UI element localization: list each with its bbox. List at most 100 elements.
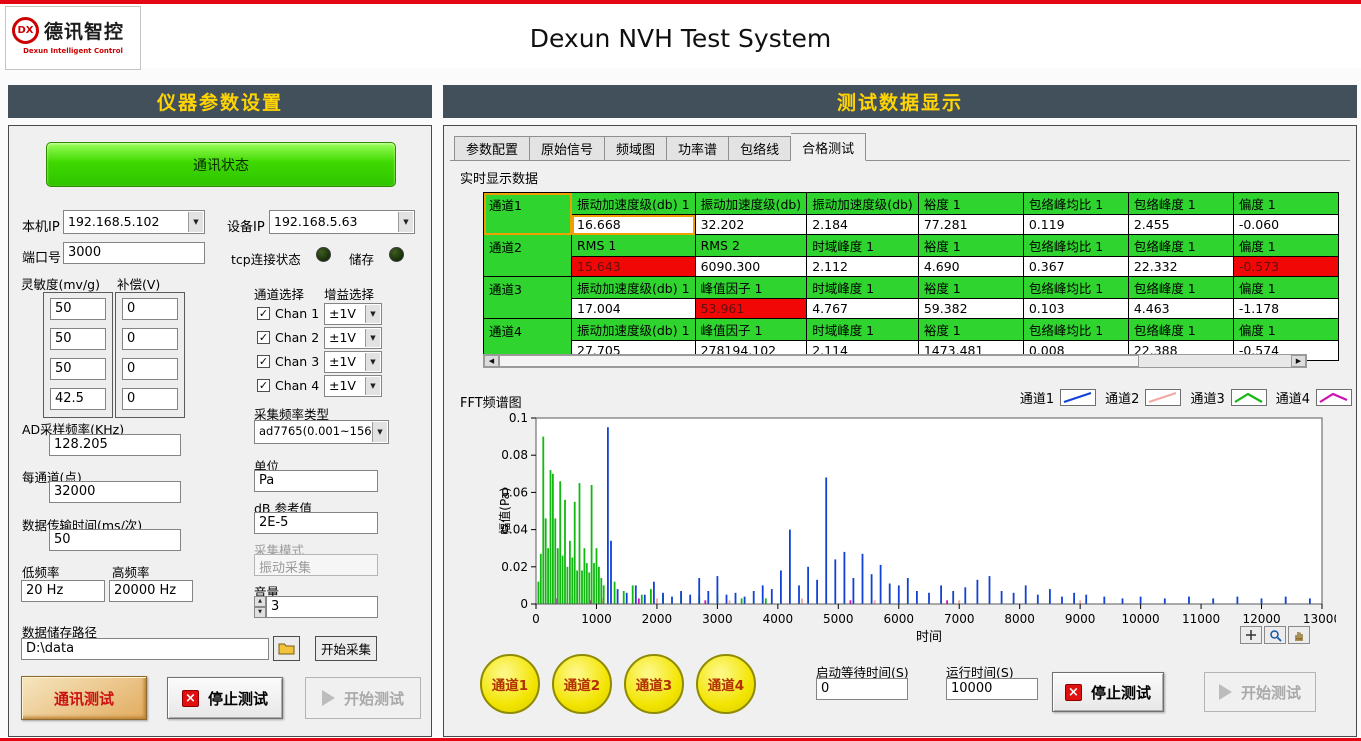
freq-type-select[interactable]: ad7765(0.001~156 ▼ <box>254 420 389 444</box>
value-cell[interactable]: 4.463 <box>1128 299 1233 319</box>
value-cell[interactable]: 0.367 <box>1023 257 1128 277</box>
comm-test-button[interactable]: 通讯测试 <box>21 676 147 720</box>
transfer-time-input[interactable]: 50 <box>49 529 181 551</box>
chevron-down-icon[interactable]: ▼ <box>188 212 203 232</box>
value-cell[interactable]: 6090.300 <box>695 257 807 277</box>
header-cell[interactable]: 振动加速度级(db) <box>695 193 807 215</box>
header-cell[interactable]: 裕度 1 <box>918 319 1023 341</box>
header-cell[interactable]: 裕度 1 <box>918 277 1023 299</box>
tab-freq-domain[interactable]: 频域图 <box>605 136 667 161</box>
legend-item-ch2[interactable]: 通道2 <box>1105 388 1181 407</box>
value-cell[interactable]: 4.690 <box>918 257 1023 277</box>
sensitivity-input-2[interactable]: 50 <box>50 328 106 350</box>
header-cell[interactable]: RMS 1 <box>572 235 696 257</box>
value-cell[interactable]: 4.767 <box>807 299 919 319</box>
header-cell[interactable]: 偏度 1 <box>1233 235 1338 257</box>
value-cell[interactable]: -1.178 <box>1233 299 1338 319</box>
header-cell[interactable]: 时域峰度 1 <box>807 319 919 341</box>
chan3-gain-select[interactable]: ±1V ▼ <box>324 351 382 373</box>
value-cell[interactable]: 53.961 <box>695 299 807 319</box>
start-collect-button[interactable]: 开始采集 <box>315 636 377 661</box>
header-cell[interactable]: 包络峰均比 1 <box>1023 235 1128 257</box>
tab-power-spectrum[interactable]: 功率谱 <box>667 136 729 161</box>
value-cell[interactable]: -0.573 <box>1233 257 1338 277</box>
compensation-input-4[interactable]: 0 <box>122 388 178 410</box>
value-cell[interactable]: 16.668 <box>572 215 696 235</box>
value-cell[interactable]: 77.281 <box>918 215 1023 235</box>
volume-input[interactable]: 3 <box>266 596 378 618</box>
header-cell[interactable]: 包络峰度 1 <box>1128 193 1233 215</box>
start-test-button-right[interactable]: 开始测试 <box>1204 672 1316 712</box>
scrollbar-thumb[interactable] <box>499 355 1139 367</box>
header-cell[interactable]: 振动加速度级(db) 1 <box>572 319 696 341</box>
channel4-button[interactable]: 通道4 <box>696 654 756 714</box>
browse-folder-button[interactable] <box>273 636 300 661</box>
pan-hand-icon[interactable] <box>1288 626 1310 644</box>
port-input[interactable]: 3000 <box>63 242 205 264</box>
chan1-checkbox[interactable]: ✓ <box>257 307 270 320</box>
tab-pass-test[interactable]: 合格测试 <box>791 133 866 161</box>
chevron-down-icon[interactable]: ▼ <box>372 422 387 442</box>
ad-freq-input[interactable]: 128.205 <box>49 434 181 456</box>
header-cell[interactable]: 裕度 1 <box>918 235 1023 257</box>
header-cell[interactable]: 振动加速度级(db) 1 <box>572 193 696 215</box>
high-freq-input[interactable]: 20000 Hz <box>109 580 193 602</box>
stop-test-button-right[interactable]: × 停止测试 <box>1052 672 1164 712</box>
volume-stepper[interactable]: ▲ ▼ <box>254 596 266 618</box>
run-time-input[interactable]: 10000 <box>946 678 1038 700</box>
crosshair-icon[interactable] <box>1240 626 1262 644</box>
channel1-button[interactable]: 通道1 <box>480 654 540 714</box>
sensitivity-input-3[interactable]: 50 <box>50 358 106 380</box>
legend-item-ch1[interactable]: 通道1 <box>1020 388 1096 407</box>
channel-cell[interactable]: 通道1 <box>484 193 572 235</box>
value-cell[interactable]: 0.119 <box>1023 215 1128 235</box>
start-test-button[interactable]: 开始测试 <box>305 677 421 719</box>
chevron-down-icon[interactable]: ▼ <box>365 329 380 347</box>
header-cell[interactable]: 时域峰度 1 <box>807 235 919 257</box>
chan2-gain-select[interactable]: ±1V ▼ <box>324 327 382 349</box>
stop-test-button[interactable]: × 停止测试 <box>167 677 283 719</box>
value-cell[interactable]: -0.060 <box>1233 215 1338 235</box>
chan2-checkbox[interactable]: ✓ <box>257 331 270 344</box>
value-cell[interactable]: 59.382 <box>918 299 1023 319</box>
value-cell[interactable]: 17.004 <box>572 299 696 319</box>
fft-chart[interactable]: 00.020.040.060.080.101000200030004000500… <box>496 408 1336 648</box>
tab-raw-signal[interactable]: 原始信号 <box>530 136 605 161</box>
sensitivity-input-1[interactable]: 50 <box>50 298 106 320</box>
db-ref-input[interactable]: 2E-5 <box>254 512 378 534</box>
compensation-input-3[interactable]: 0 <box>122 358 178 380</box>
header-cell[interactable]: 偏度 1 <box>1233 319 1338 341</box>
storage-path-input[interactable]: D:\data <box>21 638 269 660</box>
scroll-left-icon[interactable]: ◀ <box>484 355 499 367</box>
zoom-icon[interactable] <box>1264 626 1286 644</box>
value-cell[interactable]: 32.202 <box>695 215 807 235</box>
chevron-down-icon[interactable]: ▼ <box>365 377 380 395</box>
tab-envelope[interactable]: 包络线 <box>729 136 791 161</box>
device-ip-select[interactable]: 192.168.5.63 ▼ <box>269 210 415 234</box>
value-cell[interactable]: 2.455 <box>1128 215 1233 235</box>
comm-status-indicator[interactable]: 通讯状态 <box>46 142 396 187</box>
header-cell[interactable]: 峰值因子 1 <box>695 319 807 341</box>
channel-cell[interactable]: 通道2 <box>484 235 572 277</box>
header-cell[interactable]: 振动加速度级(db) <box>807 193 919 215</box>
local-ip-select[interactable]: 192.168.5.102 ▼ <box>63 210 205 234</box>
low-freq-input[interactable]: 20 Hz <box>21 580 105 602</box>
header-cell[interactable]: 包络峰均比 1 <box>1023 193 1128 215</box>
header-cell[interactable]: 包络峰度 1 <box>1128 235 1233 257</box>
value-cell[interactable]: 15.643 <box>572 257 696 277</box>
channel-cell[interactable]: 通道3 <box>484 277 572 319</box>
header-cell[interactable]: 包络峰度 1 <box>1128 319 1233 341</box>
header-cell[interactable]: 裕度 1 <box>918 193 1023 215</box>
spin-down-icon[interactable]: ▼ <box>254 607 266 618</box>
tab-param-config[interactable]: 参数配置 <box>454 136 530 161</box>
legend-item-ch3[interactable]: 通道3 <box>1190 388 1266 407</box>
points-input[interactable]: 32000 <box>49 481 181 503</box>
header-cell[interactable]: 包络峰均比 1 <box>1023 277 1128 299</box>
chan3-checkbox[interactable]: ✓ <box>257 355 270 368</box>
chevron-down-icon[interactable]: ▼ <box>365 305 380 323</box>
chan1-gain-select[interactable]: ±1V ▼ <box>324 303 382 325</box>
spin-up-icon[interactable]: ▲ <box>254 596 266 607</box>
header-cell[interactable]: 偏度 1 <box>1233 277 1338 299</box>
fft-chart-svg[interactable]: 00.020.040.060.080.101000200030004000500… <box>496 408 1336 648</box>
compensation-input-2[interactable]: 0 <box>122 328 178 350</box>
